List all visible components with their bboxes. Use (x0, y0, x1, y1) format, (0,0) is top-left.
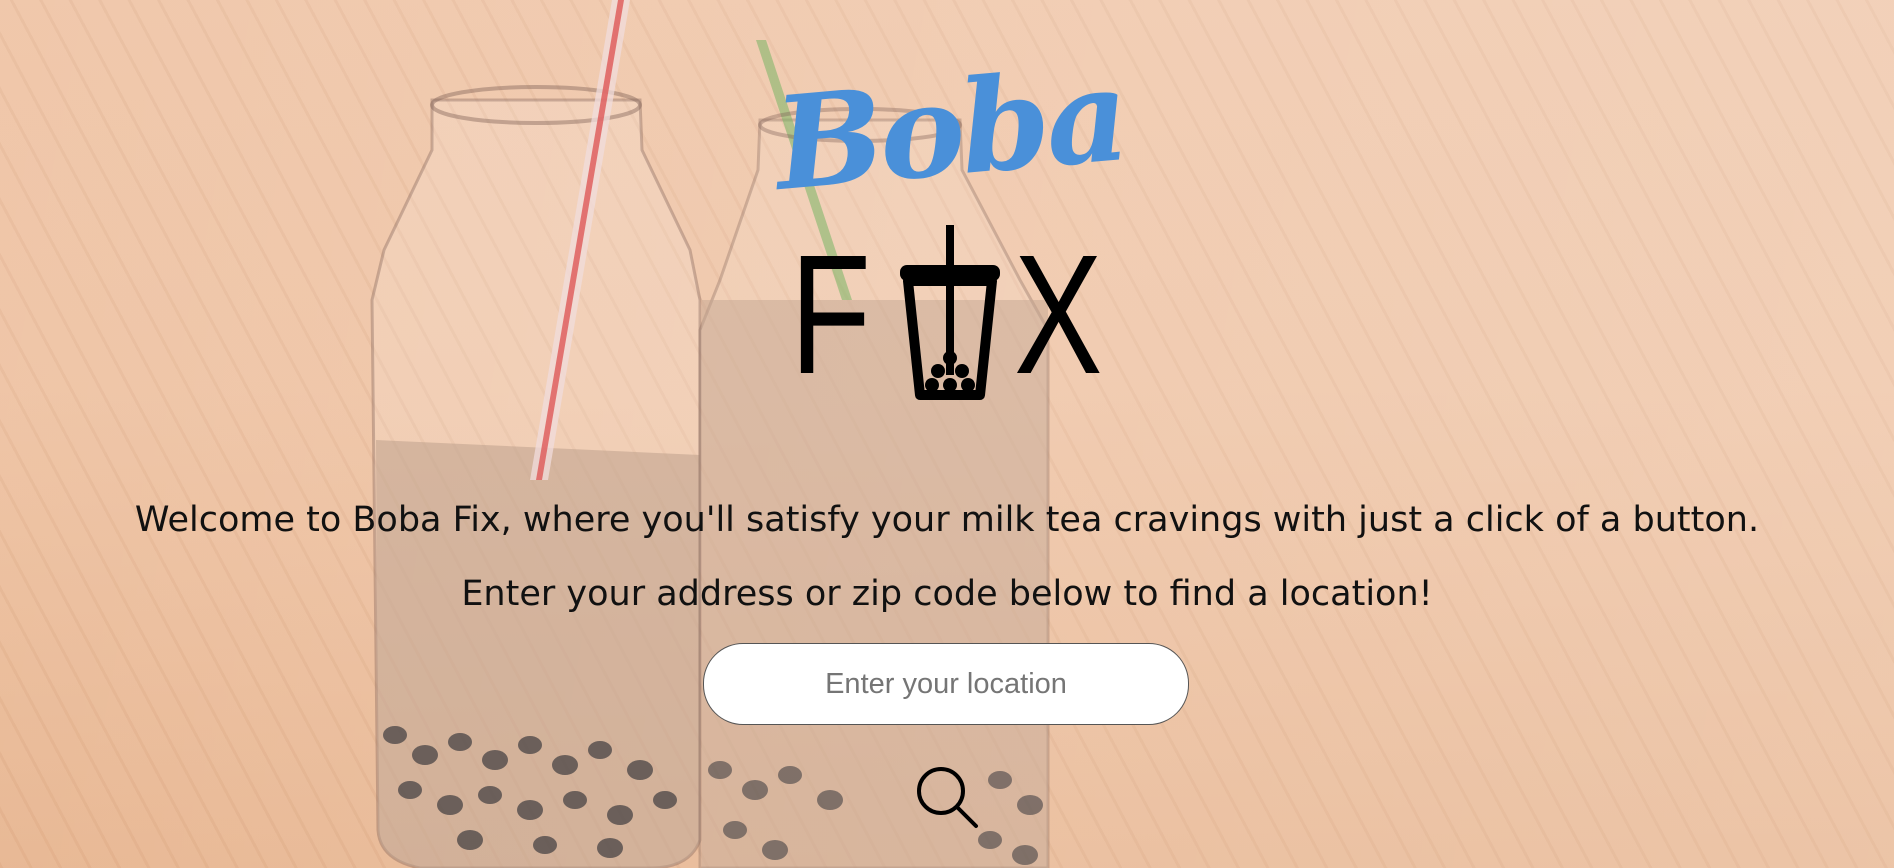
logo-letter-x: X (1014, 220, 1103, 410)
logo-fix-wordmark: F X (790, 225, 1130, 405)
search-icon (917, 767, 978, 828)
logo-letter-f: F (790, 220, 871, 410)
boba-fix-logo: Boba F X (730, 40, 1170, 405)
location-search-input[interactable] (703, 643, 1189, 725)
logo-script-text: Boba (769, 40, 1131, 220)
search-button[interactable] (912, 762, 982, 832)
welcome-message: Welcome to Boba Fix, where you'll satisf… (134, 500, 1760, 540)
boba-cup-icon (900, 225, 1000, 400)
location-prompt: Enter your address or zip code below to … (461, 574, 1433, 614)
